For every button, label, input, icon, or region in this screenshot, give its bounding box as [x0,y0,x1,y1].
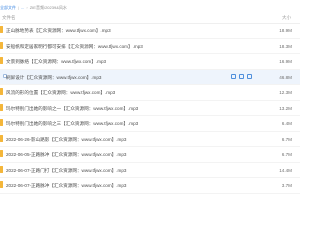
audio-file-icon [0,119,3,126]
audio-file-icon [0,57,3,64]
download-icon[interactable] [239,73,244,79]
file-name[interactable]: 风流的形的位置【汇众资源网：www.tfjwx.com】.mp3 [6,90,115,95]
breadcrumb-separator: › [26,5,28,10]
row-actions [231,73,252,79]
audio-file-icon [0,103,3,111]
file-name[interactable]: 2022-06-07-正路脉冲【汇众资源网：www.tfjwx.com】.mp3 [6,183,126,188]
audio-file-icon [0,88,3,95]
share-icon[interactable] [231,73,236,79]
file-size: 14.4M [279,167,292,173]
file-row[interactable]: 文景到脉络【汇众资源网：www.tfjwx.com】.mp3 16.9M [0,54,300,70]
file-size: 46.8M [279,74,292,80]
more-icon[interactable] [247,73,252,79]
file-size: 18.9M [279,28,292,33]
file-size: 18.3M [279,43,292,49]
file-row[interactable]: 2022-06-07-正路脉冲【汇众资源网：www.tfjwx.com】.mp3… [0,178,300,194]
file-row[interactable]: 2022-06-05-正路脉冲【汇众资源网：www.tfjwx.com】.mp3… [0,147,300,163]
file-name[interactable]: 2022-06-05-正路脉冲【汇众资源网：www.tfjwx.com】.mp3 [6,152,126,157]
audio-file-icon [0,165,3,173]
file-list: 正山脉地势表【汇众资源网：www.tfjwx.com】.mp3 18.9M 安船… [0,23,300,194]
file-row[interactable]: 2022-06-26-影山路影【汇众资源网：www.tfjwx.com】.mp3… [0,132,300,147]
breadcrumb-current: ZIE音频/20239&风水 [29,5,67,10]
audio-file-icon [0,134,3,142]
audio-file-icon [0,150,3,157]
file-name[interactable]: 正山脉地势表【汇众资源网：www.tfjwx.com】.mp3 [6,28,111,33]
file-name[interactable]: 刷屏设计【汇众资源网：www.tfjwx.com】.mp3 [6,75,101,80]
file-row[interactable]: 安船帆和定居家明行都可安排【汇众资源网：www.tfjwx.com】.mp3 1… [0,39,300,54]
file-size: 12.3M [279,90,292,95]
file-name[interactable]: 玛尔特别门出她的影响之一【汇众资源网：www.tfjwx.com】.mp3 [6,106,138,111]
file-row[interactable]: 玛尔特别门出她的影响之一【汇众资源网：www.tfjwx.com】.mp3 13… [0,101,300,116]
file-row[interactable]: 正山脉地势表【汇众资源网：www.tfjwx.com】.mp3 18.9M [0,23,300,39]
breadcrumb-all-files[interactable]: 全部文件 [0,5,16,11]
audio-file-icon [0,41,3,49]
file-size: 16.9M [279,59,292,64]
file-size: 6.4M [281,121,292,126]
file-name[interactable]: 文景到脉络【汇众资源网：www.tfjwx.com】.mp3 [6,59,106,64]
name-column-header[interactable]: 文件名 [2,15,16,21]
file-size: 6.7M [281,136,292,142]
file-size: 13.2M [279,105,292,111]
breadcrumb-ellipsis[interactable]: ... [21,5,24,11]
file-name[interactable]: 2022-06-26-影山路影【汇众资源网：www.tfjwx.com】.mp3 [6,137,126,142]
file-row[interactable]: 玛尔特别门出她的影响之三【汇众资源网：www.tfjwx.com】.mp3 6.… [0,116,300,132]
file-row[interactable]: 2022-06-07-正路门打【汇众资源网：www.tfjwx.com】.mp3… [0,163,300,178]
file-name[interactable]: 2022-06-07-正路门打【汇众资源网：www.tfjwx.com】.mp3 [6,168,126,173]
audio-file-icon [0,181,3,188]
file-row[interactable]: 风流的形的位置【汇众资源网：www.tfjwx.com】.mp3 12.3M [0,85,300,101]
file-size: 6.7M [281,152,292,157]
size-column-header[interactable]: 大小 [282,15,291,21]
file-row-selected[interactable]: 刷屏设计【汇众资源网：www.tfjwx.com】.mp3 46.8M [0,69,300,85]
file-name[interactable]: 安船帆和定居家明行都可安排【汇众资源网：www.tfjwx.com】.mp3 [6,44,143,49]
audio-file-icon [0,26,3,33]
breadcrumb-separator: | [18,5,20,10]
file-name[interactable]: 玛尔特别门出她的影响之三【汇众资源网：www.tfjwx.com】.mp3 [6,121,138,126]
file-size: 3.7M [281,183,292,188]
